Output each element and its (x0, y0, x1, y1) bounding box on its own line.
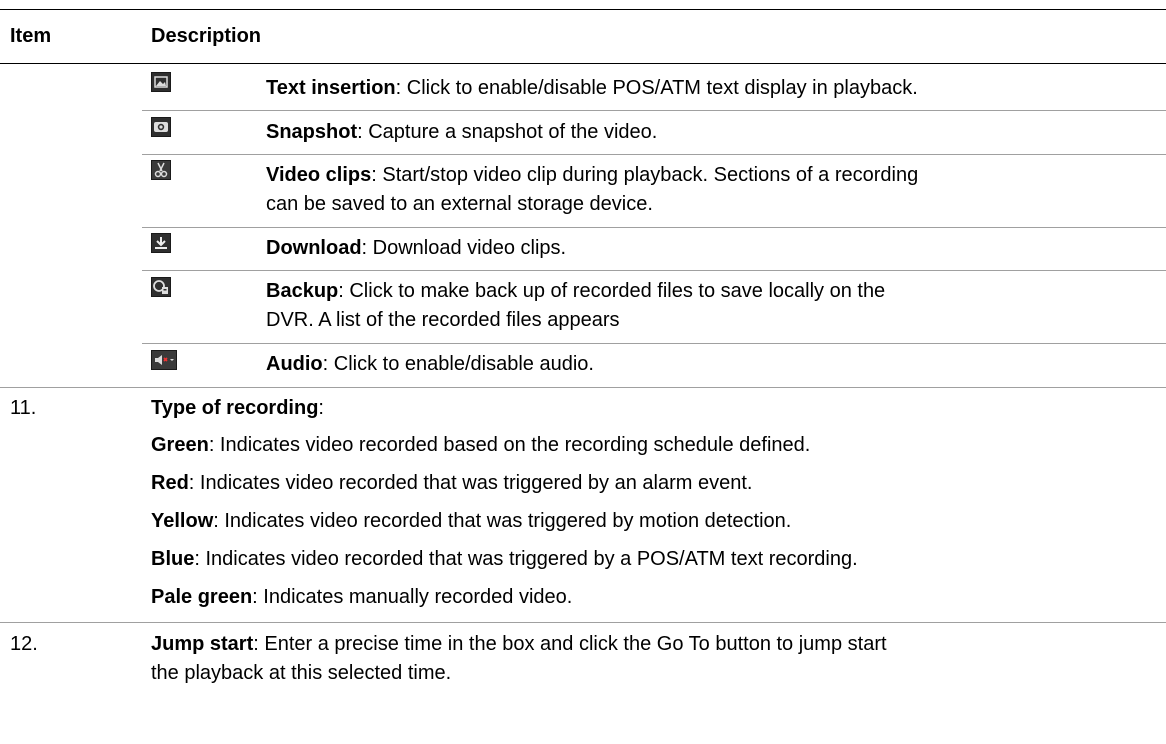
text-insertion-icon (151, 72, 171, 92)
backup-icon (151, 277, 171, 297)
top-rule (0, 9, 1166, 10)
blue-description: Blue: Indicates video recorded that was … (151, 548, 858, 570)
row-divider (142, 270, 1166, 271)
row-divider (142, 154, 1166, 155)
red-description: Red: Indicates video recorded that was t… (151, 472, 753, 494)
yellow-description: Yellow: Indicates video recorded that wa… (151, 510, 792, 532)
text-insertion-description: Text insertion: Click to enable/disable … (266, 77, 918, 99)
jump-start-description-line1: Jump start: Enter a precise time in the … (151, 633, 887, 655)
jump-start-description-line2: the playback at this selected time. (151, 662, 452, 684)
row-divider (0, 387, 1166, 388)
row-divider (142, 227, 1166, 228)
camera-icon (151, 117, 171, 137)
pale-green-description: Pale green: Indicates manually recorded … (151, 586, 573, 608)
item-number-12: 12. (10, 633, 38, 655)
backup-description-line1: Backup: Click to make back up of recorde… (266, 280, 886, 302)
row-divider (142, 343, 1166, 344)
download-icon (151, 233, 171, 253)
header-rule (0, 63, 1166, 64)
scissors-icon (151, 160, 171, 180)
item-number-11: 11. (10, 397, 37, 419)
type-of-recording-heading: Type of recording: (151, 397, 324, 419)
row-divider (142, 110, 1166, 111)
audio-description: Audio: Click to enable/disable audio. (266, 353, 594, 375)
speaker-muted-icon (151, 350, 177, 370)
backup-description-line2: DVR. A list of the recorded files appear… (266, 309, 620, 331)
snapshot-description: Snapshot: Capture a snapshot of the vide… (266, 121, 658, 143)
video-clips-description-line2: can be saved to an external storage devi… (266, 193, 653, 215)
row-divider (0, 622, 1166, 623)
column-header-description: Description (151, 25, 262, 47)
green-description: Green: Indicates video recorded based on… (151, 434, 811, 456)
column-header-item: Item (10, 25, 52, 47)
download-description: Download: Download video clips. (266, 237, 567, 259)
video-clips-description-line1: Video clips: Start/stop video clip durin… (266, 164, 919, 186)
